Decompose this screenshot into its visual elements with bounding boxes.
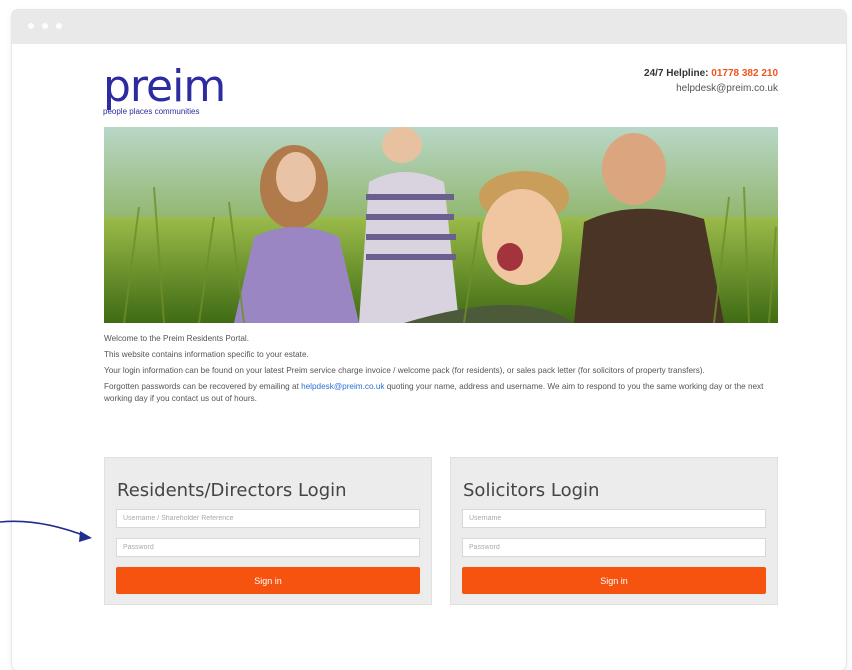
solicitors-sign-in-button[interactable]: Sign in [462,567,766,594]
welcome-text: Welcome to the Preim Residents Portal. T… [104,333,780,409]
window-minimize-dot[interactable] [42,23,48,29]
helpline-number[interactable]: 01778 382 210 [711,68,778,79]
solicitors-login-title: Solicitors Login [463,480,600,501]
residents-username-input[interactable] [116,509,420,528]
annotation-arrow-icon [0,520,92,542]
helpline-label: 24/7 Helpline: [644,68,709,79]
residents-login-title: Residents/Directors Login [117,480,347,501]
residents-sign-in-button[interactable]: Sign in [116,567,420,594]
helpline-block: 24/7 Helpline: 01778 382 210 helpdesk@pr… [644,66,778,96]
welcome-line: Welcome to the Preim Residents Portal. [104,334,250,343]
window-close-dot[interactable] [28,23,34,29]
estate-info-line: This website contains information specif… [104,350,309,359]
hero-image [104,127,778,323]
solicitors-username-input[interactable] [462,509,766,528]
preim-logo[interactable]: preim people places communities [103,61,226,117]
residents-password-input[interactable] [116,538,420,557]
helpdesk-email[interactable]: helpdesk@preim.co.uk [644,81,778,96]
recovery-text-before: Forgotten passwords can be recovered by … [104,382,302,391]
helpdesk-email-link[interactable]: helpdesk@preim.co.uk [301,382,384,391]
window-titlebar [12,10,846,44]
password-recovery-line: Forgotten passwords can be recovered by … [104,381,780,405]
window-maximize-dot[interactable] [56,23,62,29]
login-info-line: Your login information can be found on y… [104,366,705,375]
solicitors-login-panel: Solicitors Login Sign in [450,457,778,605]
logo-wordmark: preim [103,61,226,112]
solicitors-password-input[interactable] [462,538,766,557]
residents-login-panel: Residents/Directors Login Sign in [104,457,432,605]
